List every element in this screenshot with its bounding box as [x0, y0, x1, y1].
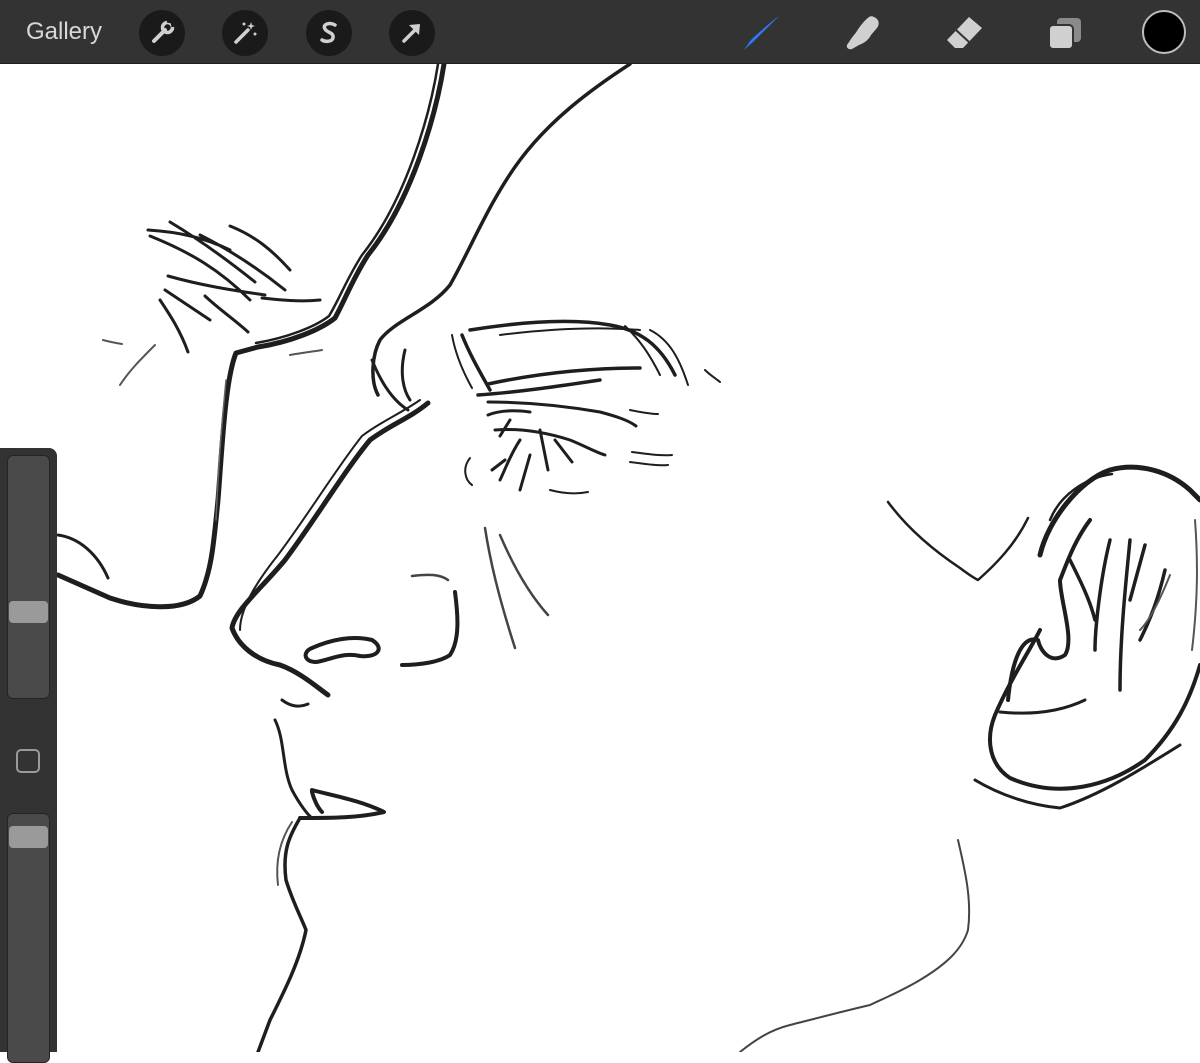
forehead-line [371, 64, 632, 397]
selection-s-icon [320, 21, 337, 44]
lips [298, 788, 386, 820]
brush-opacity-slider[interactable] [7, 813, 50, 1063]
cheek-lines [410, 526, 550, 650]
nose-profile [229, 400, 431, 698]
ear-inner [1006, 518, 1092, 702]
layers-tool[interactable] [1040, 8, 1090, 58]
brush-opacity-thumb[interactable] [9, 826, 48, 849]
magic-wand-icon [234, 22, 257, 44]
gallery-button[interactable]: Gallery [26, 17, 102, 47]
sketch-artwork [55, 64, 1200, 1052]
square-modify-icon[interactable] [16, 749, 40, 773]
smudge-finger-icon [846, 16, 879, 50]
brow-ridge [370, 348, 412, 412]
under-eye [464, 409, 673, 495]
nostril [303, 636, 381, 664]
brush-icon [743, 16, 779, 50]
nose-profile-double [239, 399, 421, 631]
brush-size-thumb[interactable] [9, 600, 48, 623]
top-toolbar: Gallery [0, 0, 1200, 64]
eyebrow-hatching [451, 325, 721, 389]
eraser-tool[interactable] [939, 8, 989, 58]
left-eye-lower [102, 339, 323, 386]
smudge-tool[interactable] [838, 8, 888, 58]
transform-button[interactable] [389, 10, 435, 56]
drawing-canvas[interactable] [0, 64, 1200, 1052]
cheek-mark [400, 590, 460, 667]
brush-size-slider[interactable] [7, 455, 50, 699]
left-nostril [56, 533, 110, 580]
eye-lashes [490, 418, 607, 492]
ear-outer [1037, 464, 1200, 558]
actions-button[interactable] [139, 10, 185, 56]
cheekbone [886, 500, 1030, 582]
nose-tip-underside [280, 698, 310, 708]
chin [256, 816, 308, 1052]
eyebrow [460, 319, 677, 397]
color-picker-button[interactable] [1142, 10, 1186, 54]
selection-button[interactable] [306, 10, 352, 56]
arrow-cursor-icon [402, 24, 420, 43]
ear-helix [988, 628, 1200, 791]
ear-texture [1139, 519, 1198, 651]
eraser-icon [947, 17, 982, 48]
jaw-line [739, 839, 971, 1052]
adjustments-button[interactable] [222, 10, 268, 56]
layers-icon [1048, 18, 1081, 50]
wrench-icon [152, 19, 175, 43]
brush-tool[interactable] [737, 8, 787, 58]
upper-lip [273, 718, 314, 820]
left-sidebar [0, 448, 57, 1063]
